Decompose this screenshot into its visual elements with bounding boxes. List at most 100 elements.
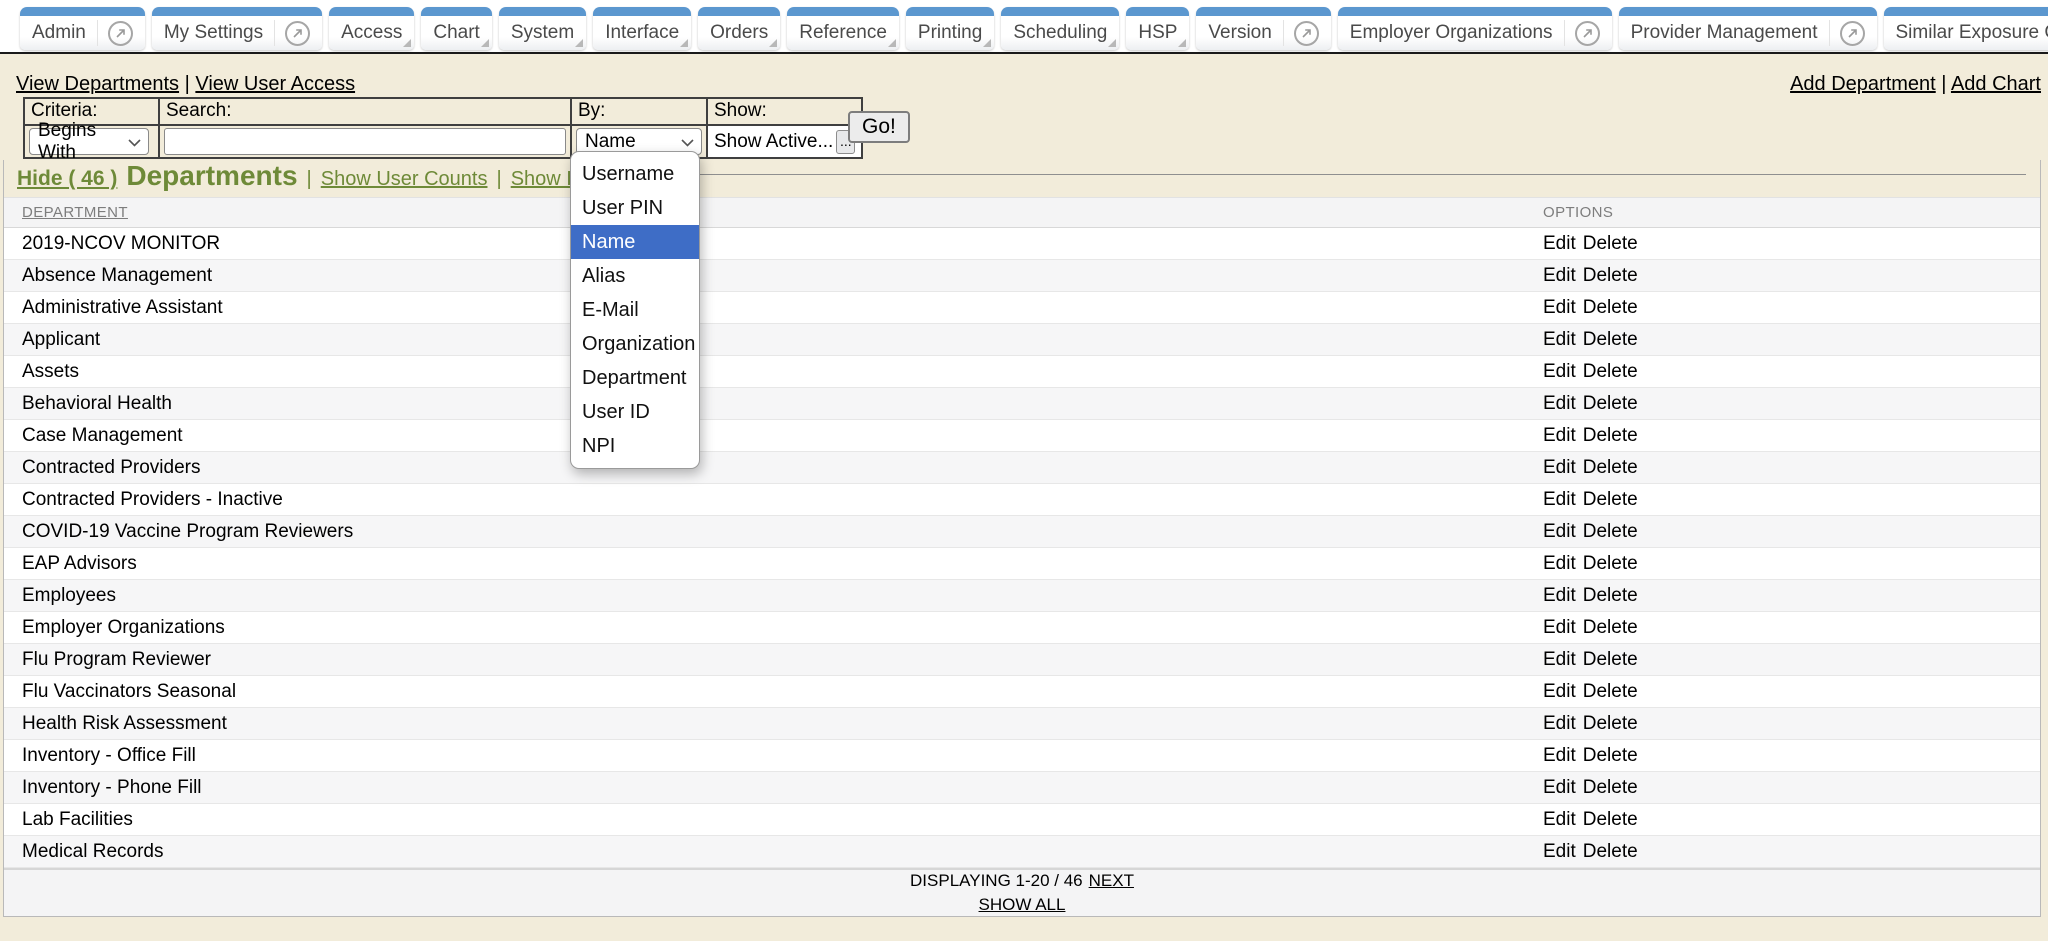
- by-option-organization[interactable]: Organization: [571, 327, 699, 361]
- nav-tab-orders[interactable]: Orders: [698, 7, 780, 50]
- by-option-username[interactable]: Username: [571, 157, 699, 191]
- row-actions: Edit Delete: [1543, 457, 2040, 479]
- edit-link[interactable]: Edit: [1543, 265, 1576, 287]
- add-chart-link[interactable]: Add Chart: [1951, 73, 2041, 95]
- row-actions: Edit Delete: [1543, 777, 2040, 799]
- delete-link[interactable]: Delete: [1583, 233, 1638, 255]
- delete-link[interactable]: Delete: [1583, 553, 1638, 575]
- edit-link[interactable]: Edit: [1543, 745, 1576, 767]
- view-departments-link[interactable]: View Departments: [16, 73, 179, 95]
- delete-link[interactable]: Delete: [1583, 681, 1638, 703]
- delete-link[interactable]: Delete: [1583, 521, 1638, 543]
- nav-tab-chart[interactable]: Chart: [421, 7, 491, 50]
- row-actions: Edit Delete: [1543, 361, 2040, 383]
- admin-departments-page: { "nav": { "tabs": [ {"label": "Admin", …: [0, 0, 2048, 941]
- tab-accent-bar: [329, 7, 414, 16]
- by-option-user-id[interactable]: User ID: [571, 395, 699, 429]
- nav-tab-label: Scheduling: [1013, 22, 1107, 44]
- edit-link[interactable]: Edit: [1543, 521, 1576, 543]
- edit-link[interactable]: Edit: [1543, 297, 1576, 319]
- delete-link[interactable]: Delete: [1583, 329, 1638, 351]
- edit-link[interactable]: Edit: [1543, 329, 1576, 351]
- nav-tab-similar-exposure-groups-segs[interactable]: Similar Exposure Groups (SEGs): [1884, 7, 2048, 50]
- edit-link[interactable]: Edit: [1543, 681, 1576, 703]
- delete-link[interactable]: Delete: [1583, 617, 1638, 639]
- nav-tab-system[interactable]: System: [499, 7, 586, 50]
- row-actions: Edit Delete: [1543, 521, 2040, 543]
- edit-link[interactable]: Edit: [1543, 617, 1576, 639]
- table-row: Behavioral HealthEditDelete: [4, 388, 2040, 420]
- external-link-icon[interactable]: [108, 21, 133, 46]
- delete-link[interactable]: Delete: [1583, 457, 1638, 479]
- by-option-alias[interactable]: Alias: [571, 259, 699, 293]
- nav-tab-hsp[interactable]: HSP: [1126, 7, 1189, 50]
- edit-link[interactable]: Edit: [1543, 809, 1576, 831]
- delete-link[interactable]: Delete: [1583, 489, 1638, 511]
- table-row: Flu Program ReviewerEditDelete: [4, 644, 2040, 676]
- delete-link[interactable]: Delete: [1583, 841, 1638, 863]
- add-department-link[interactable]: Add Department: [1790, 73, 1936, 95]
- delete-link[interactable]: Delete: [1583, 297, 1638, 319]
- delete-link[interactable]: Delete: [1583, 361, 1638, 383]
- delete-link[interactable]: Delete: [1583, 425, 1638, 447]
- edit-link[interactable]: Edit: [1543, 585, 1576, 607]
- by-option-e-mail[interactable]: E-Mail: [571, 293, 699, 327]
- show-user-counts-link[interactable]: Show User Counts: [321, 168, 488, 191]
- hide-count-link[interactable]: Hide ( 46 ): [17, 167, 117, 191]
- tab-divider: [1564, 20, 1565, 46]
- nav-tab-employer-organizations[interactable]: Employer Organizations: [1338, 7, 1612, 50]
- delete-link[interactable]: Delete: [1583, 713, 1638, 735]
- by-option-name[interactable]: Name: [571, 225, 699, 259]
- show-all-link[interactable]: SHOW ALL: [979, 895, 1066, 915]
- nav-tab-reference[interactable]: Reference: [787, 7, 899, 50]
- nav-tab-label: Reference: [799, 22, 887, 44]
- edit-link[interactable]: Edit: [1543, 393, 1576, 415]
- edit-link[interactable]: Edit: [1543, 553, 1576, 575]
- delete-link[interactable]: Delete: [1583, 393, 1638, 415]
- next-page-link[interactable]: NEXT: [1089, 871, 1134, 891]
- view-user-access-link[interactable]: View User Access: [195, 73, 355, 95]
- nav-tab-scheduling[interactable]: Scheduling: [1001, 7, 1119, 50]
- external-link-icon[interactable]: [1294, 21, 1319, 46]
- external-link-icon[interactable]: [1840, 21, 1865, 46]
- delete-link[interactable]: Delete: [1583, 777, 1638, 799]
- row-actions: Edit Delete: [1543, 393, 2040, 415]
- column-header-department[interactable]: DEPARTMENT: [22, 204, 128, 221]
- edit-link[interactable]: Edit: [1543, 777, 1576, 799]
- external-link-icon[interactable]: [285, 21, 310, 46]
- edit-link[interactable]: Edit: [1543, 841, 1576, 863]
- edit-link[interactable]: Edit: [1543, 649, 1576, 671]
- edit-link[interactable]: Edit: [1543, 361, 1576, 383]
- delete-link[interactable]: Delete: [1583, 265, 1638, 287]
- delete-link[interactable]: Delete: [1583, 585, 1638, 607]
- row-actions: Edit Delete: [1543, 265, 2040, 287]
- link-separator: |: [1941, 73, 1946, 95]
- edit-link[interactable]: Edit: [1543, 425, 1576, 447]
- edit-link[interactable]: Edit: [1543, 457, 1576, 479]
- edit-link[interactable]: Edit: [1543, 489, 1576, 511]
- external-link-icon[interactable]: [1575, 21, 1600, 46]
- delete-link[interactable]: Delete: [1583, 745, 1638, 767]
- by-option-npi[interactable]: NPI: [571, 429, 699, 463]
- go-button[interactable]: Go!: [848, 111, 910, 143]
- nav-tab-label: Printing: [918, 22, 982, 44]
- by-option-user-pin[interactable]: User PIN: [571, 191, 699, 225]
- search-input[interactable]: [164, 128, 566, 155]
- nav-tab-interface[interactable]: Interface: [593, 7, 691, 50]
- nav-tab-admin[interactable]: Admin: [20, 7, 145, 50]
- by-option-department[interactable]: Department: [571, 361, 699, 395]
- show-active-value[interactable]: Show Active...: [714, 131, 833, 153]
- edit-link[interactable]: Edit: [1543, 233, 1576, 255]
- nav-tab-my-settings[interactable]: My Settings: [152, 7, 322, 50]
- delete-link[interactable]: Delete: [1583, 809, 1638, 831]
- nav-tab-printing[interactable]: Printing: [906, 7, 994, 50]
- nav-tab-provider-management[interactable]: Provider Management: [1619, 7, 1877, 50]
- delete-link[interactable]: Delete: [1583, 649, 1638, 671]
- edit-link[interactable]: Edit: [1543, 713, 1576, 735]
- nav-tab-version[interactable]: Version: [1196, 7, 1330, 50]
- nav-tab-access[interactable]: Access: [329, 7, 414, 50]
- department-name: Contracted Providers - Inactive: [22, 489, 1543, 511]
- criteria-select[interactable]: Begins With: [29, 128, 149, 155]
- department-name: Absence Management: [22, 265, 1543, 287]
- table-row: COVID-19 Vaccine Program ReviewersEditDe…: [4, 516, 2040, 548]
